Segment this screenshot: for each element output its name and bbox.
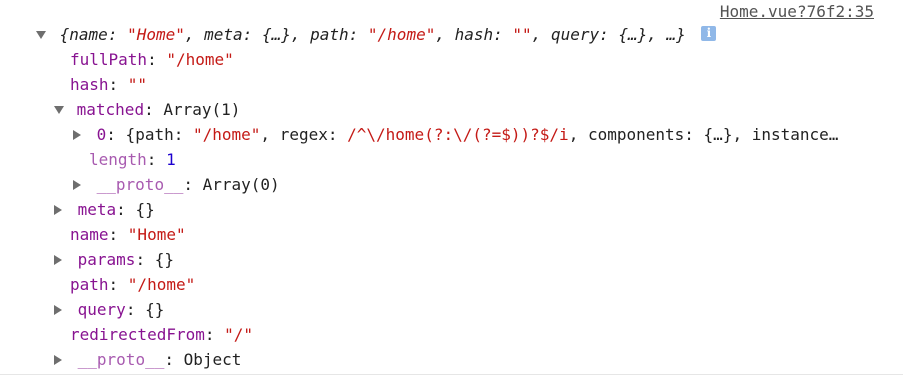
collapsed-triangle-icon[interactable] bbox=[54, 254, 62, 265]
prop-key: name bbox=[70, 225, 109, 244]
console-divider bbox=[0, 374, 903, 375]
prop-redirectedfrom-row: redirectedFrom: "/" bbox=[70, 325, 254, 344]
prop-meta-row[interactable]: meta: {} bbox=[54, 197, 155, 222]
prop-value: {} bbox=[145, 300, 165, 319]
prop-value: "/home" bbox=[166, 50, 234, 69]
collapsed-triangle-icon[interactable] bbox=[73, 179, 81, 190]
prop-key: params bbox=[77, 250, 136, 269]
prop-key: __proto__ bbox=[77, 350, 165, 369]
prop-key: redirectedFrom bbox=[70, 325, 205, 344]
prop-hash-row: hash: "" bbox=[70, 75, 148, 94]
prop-fullpath-row: fullPath: "/home" bbox=[70, 50, 234, 69]
prop-value: "/home" bbox=[127, 275, 196, 294]
prop-matched-row[interactable]: matched: Array(1) bbox=[54, 97, 240, 122]
prop-value: {} bbox=[135, 200, 155, 219]
expanded-triangle-icon[interactable] bbox=[36, 30, 46, 39]
matched-proto-row[interactable]: __proto__: Array(0) bbox=[73, 172, 280, 197]
collapsed-triangle-icon[interactable] bbox=[54, 354, 62, 365]
matched-item-0-row[interactable]: 0: {path: "/home", regex: /^\/home(?:\/(… bbox=[73, 122, 885, 147]
object-summary-row[interactable]: {name: "Home", meta: {…}, path: "/home",… bbox=[36, 22, 717, 47]
prop-path-row: path: "/home" bbox=[70, 275, 196, 294]
regex-value: /^\/home(?:\/(?=$))?$/i bbox=[347, 125, 569, 144]
prop-value: Object bbox=[183, 350, 242, 369]
prop-key: path bbox=[70, 275, 109, 294]
matched-length-row: length: 1 bbox=[89, 150, 176, 169]
prop-value: "/" bbox=[224, 325, 254, 344]
prop-proto-row[interactable]: __proto__: Object bbox=[54, 347, 241, 372]
prop-key: meta bbox=[77, 200, 117, 219]
object-summary: {name: "Home", meta: {…}, path: "/home",… bbox=[59, 25, 686, 44]
collapsed-triangle-icon[interactable] bbox=[54, 304, 62, 315]
prop-key: query bbox=[77, 300, 126, 319]
prop-value: "Home" bbox=[127, 225, 186, 244]
prop-value: "" bbox=[127, 75, 148, 94]
prop-value: 1 bbox=[166, 150, 176, 169]
prop-key: 0 bbox=[96, 125, 107, 144]
source-file-link[interactable]: Home.vue?76f2:35 bbox=[720, 2, 874, 21]
prop-name-row: name: "Home" bbox=[70, 225, 186, 244]
prop-value: Array(0) bbox=[202, 175, 280, 194]
prop-value: {} bbox=[154, 250, 174, 269]
collapsed-triangle-icon[interactable] bbox=[54, 204, 62, 215]
info-icon[interactable]: i bbox=[701, 26, 717, 41]
prop-key: hash bbox=[70, 75, 109, 94]
prop-value: Array(1) bbox=[163, 100, 241, 119]
prop-params-row[interactable]: params: {} bbox=[54, 247, 174, 272]
prop-key: matched bbox=[76, 100, 145, 119]
prop-key: length bbox=[89, 150, 147, 169]
prop-key: __proto__ bbox=[96, 175, 184, 194]
expanded-triangle-icon[interactable] bbox=[54, 105, 64, 114]
collapsed-triangle-icon[interactable] bbox=[73, 129, 81, 140]
prop-key: fullPath bbox=[70, 50, 148, 69]
prop-query-row[interactable]: query: {} bbox=[54, 297, 164, 322]
